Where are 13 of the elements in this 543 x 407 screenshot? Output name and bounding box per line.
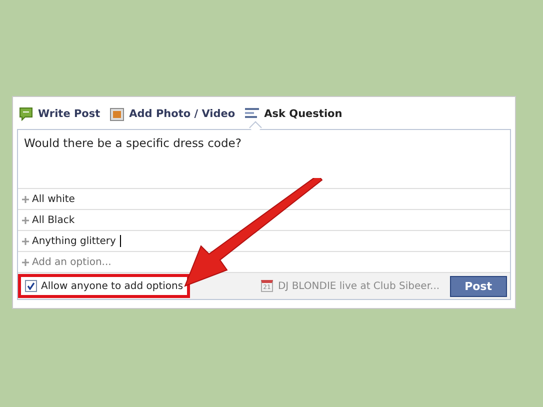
allow-options-checkbox[interactable]: Allow anyone to add options: [18, 274, 190, 298]
checkmark-icon: [27, 282, 35, 290]
photo-icon: [110, 108, 124, 120]
event-label: DJ BLONDIE live at Club Sibeer...: [278, 280, 440, 292]
plus-icon: [22, 196, 29, 202]
poll-icon: [245, 108, 260, 120]
post-button[interactable]: Post: [450, 276, 507, 296]
plus-icon: [22, 258, 29, 266]
composer-tab[interactable]: Add Photo / Video: [110, 106, 236, 122]
composer-tab[interactable]: Write Post: [19, 105, 100, 123]
plus-icon: [22, 238, 29, 244]
speech-bubble-icon: [19, 107, 33, 121]
plus-icon: [22, 216, 29, 224]
